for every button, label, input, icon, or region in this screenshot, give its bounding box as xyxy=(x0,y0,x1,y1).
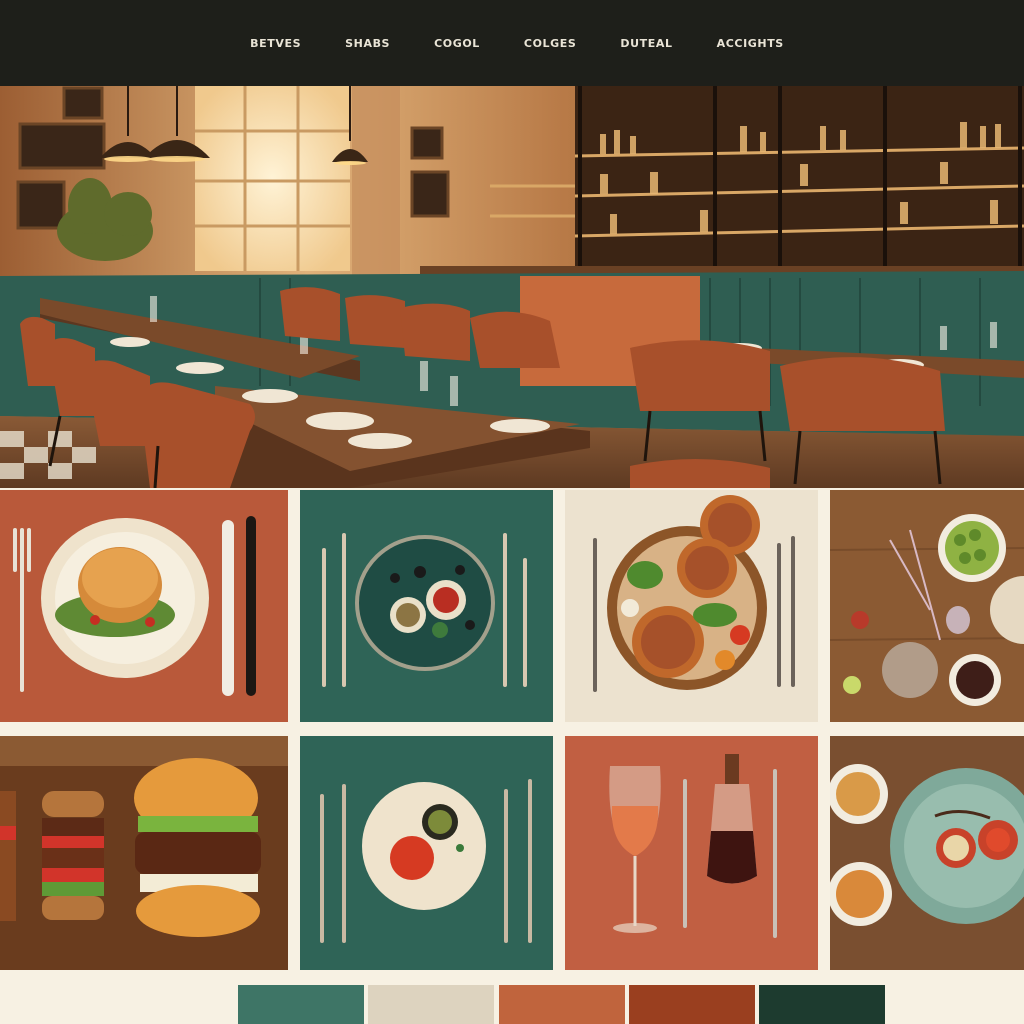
wine-illustration xyxy=(565,736,818,970)
wood-table-sides-tile[interactable] xyxy=(830,490,1024,722)
tomato-plate-illustration xyxy=(300,736,553,970)
nav-item-shabs[interactable]: SHABS xyxy=(323,37,412,50)
burgers-board-tile[interactable] xyxy=(0,736,288,970)
swatch-cream[interactable] xyxy=(368,985,494,1024)
appetizer-bowls-tile[interactable] xyxy=(830,736,1024,970)
swatch-teal[interactable] xyxy=(238,985,364,1024)
swatch-rust[interactable] xyxy=(629,985,755,1024)
wine-tile[interactable] xyxy=(565,736,818,970)
nav-item-duteal[interactable]: DUTEAL xyxy=(598,37,694,50)
small-plates-illustration xyxy=(300,490,553,722)
nav-item-cogol[interactable]: COGOL xyxy=(412,37,502,50)
nav-menu: BETVES SHABS COGOL COLGES DUTEAL ACCIGHT… xyxy=(228,37,806,50)
wood-table-sides-illustration xyxy=(830,490,1024,722)
burger-plate-illustration xyxy=(0,490,288,722)
top-navigation: BETVES SHABS COGOL COLGES DUTEAL ACCIGHT… xyxy=(0,0,1024,86)
nav-item-colges[interactable]: COLGES xyxy=(502,37,599,50)
swatch-dark-green[interactable] xyxy=(759,985,885,1024)
burgers-board-illustration xyxy=(0,736,288,970)
burger-plate-tile[interactable] xyxy=(0,490,288,722)
appetizer-bowls-illustration xyxy=(830,736,1024,970)
tomato-plate-tile[interactable] xyxy=(300,736,553,970)
pies-platter-tile[interactable] xyxy=(565,490,818,722)
nav-item-accights[interactable]: ACCIGHTS xyxy=(695,37,806,50)
nav-item-betves[interactable]: BETVES xyxy=(228,37,323,50)
small-plates-tile[interactable] xyxy=(300,490,553,722)
pies-platter-illustration xyxy=(565,490,818,722)
hero-restaurant-interior xyxy=(0,86,1024,488)
swatch-terracotta[interactable] xyxy=(499,985,625,1024)
restaurant-interior-illustration xyxy=(0,86,1024,488)
